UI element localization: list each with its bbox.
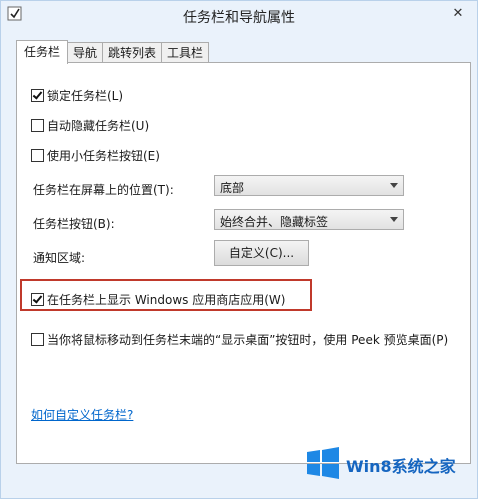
buttons-select[interactable]: 始终合并、隐藏标签: [214, 209, 404, 230]
tab-taskbar[interactable]: 任务栏: [16, 40, 69, 64]
window-title: 任务栏和导航属性: [183, 10, 295, 26]
notify-label: 通知区域:: [33, 251, 86, 265]
show-store-apps-option[interactable]: 在任务栏上显示 Windows 应用商店应用(W): [31, 291, 285, 308]
chevron-down-icon: [390, 217, 398, 222]
properties-window: 任务栏和导航属性 ✕ 任务栏 导航 跳转列表 工具栏 锁定任务栏(L) 自动隐藏…: [0, 0, 478, 499]
close-button[interactable]: ✕: [445, 4, 471, 24]
tab-toolbars[interactable]: 工具栏: [161, 42, 210, 63]
peek-label: 当你将鼠标移动到任务栏末端的“显示桌面”按钮时，使用 Peek 预览桌面(P): [47, 333, 449, 347]
tab-panel: 锁定任务栏(L) 自动隐藏任务栏(U) 使用小任务栏按钮(E) 任务栏在屏幕上的…: [16, 62, 471, 464]
small-buttons-option[interactable]: 使用小任务栏按钮(E): [31, 147, 160, 164]
tab-strip: 任务栏 导航 跳转列表 工具栏: [16, 40, 210, 64]
show-store-apps-label: 在任务栏上显示 Windows 应用商店应用(W): [47, 293, 286, 307]
lock-taskbar-option[interactable]: 锁定任务栏(L): [31, 87, 123, 104]
tab-jump-lists[interactable]: 跳转列表: [102, 42, 163, 63]
lock-taskbar-checkbox[interactable]: [31, 89, 44, 102]
watermark-text: Win8系统之家: [346, 457, 456, 476]
small-buttons-label: 使用小任务栏按钮(E): [47, 149, 160, 163]
title-bar: 任务栏和导航属性 ✕: [1, 1, 477, 31]
show-store-apps-checkbox[interactable]: [31, 293, 44, 306]
autohide-option[interactable]: 自动隐藏任务栏(U): [31, 117, 149, 134]
buttons-label: 任务栏按钮(B):: [33, 217, 115, 231]
lock-taskbar-label: 锁定任务栏(L): [47, 89, 124, 103]
windows-logo-icon: [307, 447, 339, 479]
small-buttons-checkbox[interactable]: [31, 149, 44, 162]
position-value: 底部: [220, 181, 245, 195]
autohide-checkbox[interactable]: [31, 119, 44, 132]
help-link[interactable]: 如何自定义任务栏?: [31, 406, 133, 423]
position-select[interactable]: 底部: [214, 175, 404, 196]
customize-button[interactable]: 自定义(C)...: [214, 240, 309, 266]
peek-checkbox[interactable]: [31, 333, 44, 346]
peek-option[interactable]: 当你将鼠标移动到任务栏末端的“显示桌面”按钮时，使用 Peek 预览桌面(P): [31, 331, 448, 348]
position-label: 任务栏在屏幕上的位置(T):: [33, 183, 174, 197]
watermark-logo: Win8系统之家: [306, 447, 476, 481]
buttons-value: 始终合并、隐藏标签: [220, 215, 329, 229]
tab-navigation[interactable]: 导航: [67, 42, 104, 63]
autohide-label: 自动隐藏任务栏(U): [47, 119, 150, 133]
chevron-down-icon: [390, 183, 398, 188]
